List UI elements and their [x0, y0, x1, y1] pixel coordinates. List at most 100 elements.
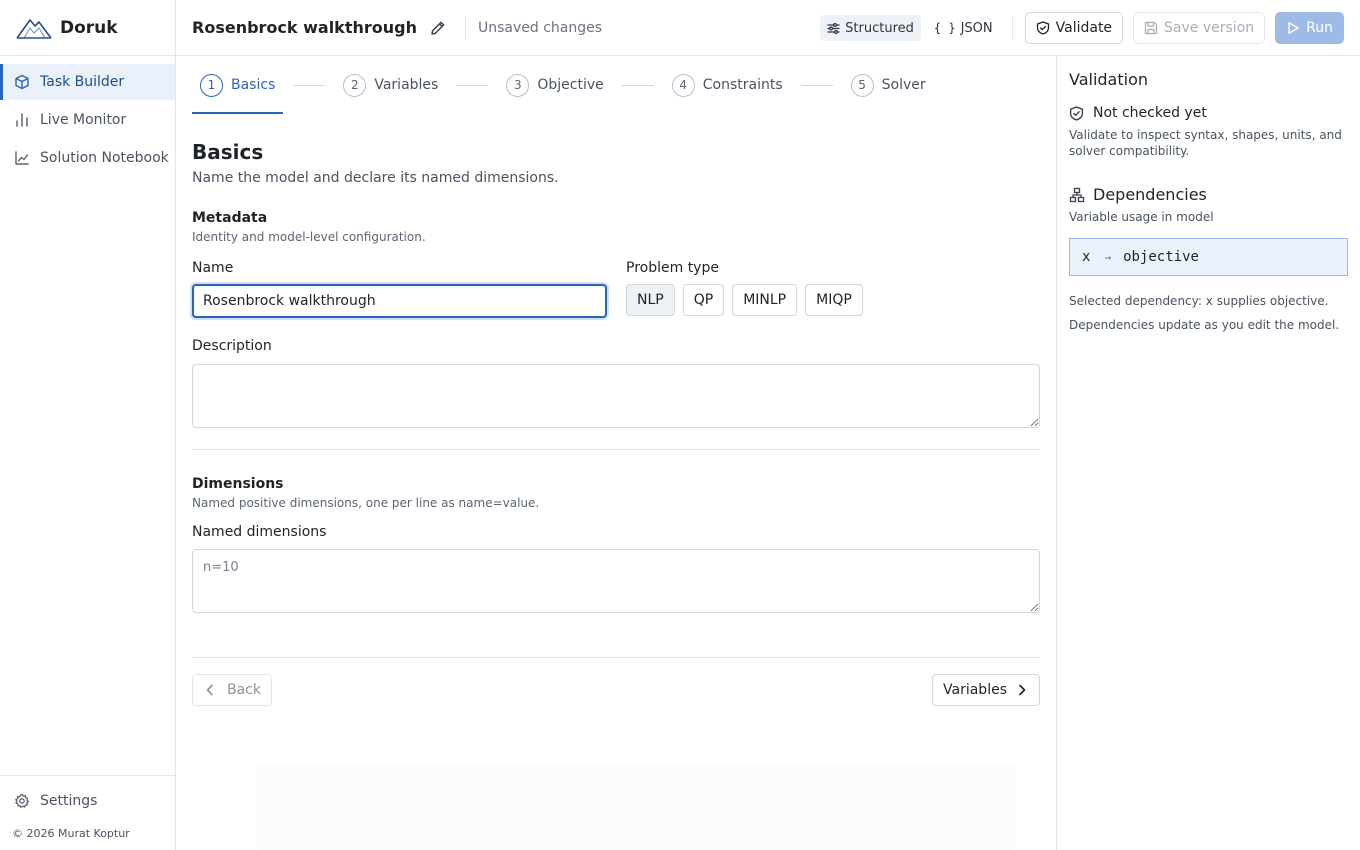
validation-description: Validate to inspect syntax, shapes, unit…	[1069, 128, 1342, 158]
sidebar: Doruk Task Builder Live Monitor Solution…	[0, 0, 176, 850]
dimensions-section: Dimensions Named positive dimensions, on…	[192, 476, 1040, 510]
name-input[interactable]	[192, 284, 607, 318]
save-icon	[1144, 21, 1158, 35]
dependencies-subtitle: Variable usage in model	[1069, 210, 1214, 224]
problem-type-label: Problem type	[626, 260, 719, 276]
gear-icon	[14, 793, 30, 809]
step-number: 2	[343, 73, 367, 97]
metadata-title: Metadata	[192, 210, 268, 226]
dependency-row[interactable]: x → objective	[1069, 238, 1348, 276]
problem-type-qp[interactable]: QP	[682, 284, 725, 316]
save-label: Save version	[1164, 20, 1255, 36]
step-navigation: Back Variables	[192, 674, 1040, 706]
section-subtitle: Name the model and declare its named dim…	[192, 170, 559, 186]
named-dimensions-textarea[interactable]	[192, 549, 1040, 613]
metadata-fields: Name Problem type NLP QP MINLP MIQP	[192, 260, 1040, 318]
dimensions-title: Dimensions	[192, 476, 284, 492]
run-button[interactable]: Run	[1275, 12, 1344, 44]
arrow-right-icon: →	[1104, 250, 1112, 264]
name-field-group: Name	[192, 260, 626, 318]
page-title: Rosenbrock walkthrough	[192, 18, 417, 37]
step-connector	[293, 84, 326, 86]
sliders-icon	[827, 22, 840, 35]
name-label: Name	[192, 260, 234, 276]
dependencies-heading: Dependencies	[1069, 185, 1348, 204]
play-icon	[1286, 21, 1300, 35]
step-label: Variables	[374, 77, 439, 93]
validation-status-text: Not checked yet	[1093, 105, 1207, 121]
step-basics[interactable]: 1 Basics	[192, 56, 284, 114]
validation-status: Not checked yet	[1069, 105, 1348, 121]
step-objective[interactable]: 3 Objective	[498, 56, 611, 114]
json-mode-button[interactable]: { } JSON	[927, 15, 1000, 41]
metadata-subtitle: Identity and model-level configuration.	[192, 230, 426, 244]
metadata-section: Metadata Identity and model-level config…	[192, 210, 1040, 244]
topbar: Rosenbrock walkthrough Unsaved changes S…	[176, 0, 1360, 56]
next-button[interactable]: Variables	[932, 674, 1040, 706]
step-label: Constraints	[702, 77, 783, 93]
braces-icon: { }	[933, 21, 956, 35]
main-content: 1 Basics 2 Variables 3 Objective 4 Const…	[192, 56, 1040, 850]
step-label: Solver	[881, 77, 926, 93]
divider	[1011, 16, 1013, 40]
stepper: 1 Basics 2 Variables 3 Objective 4 Const…	[192, 56, 1040, 114]
problem-type-options: NLP QP MINLP MIQP	[626, 284, 863, 316]
dependencies-title: Dependencies	[1093, 185, 1207, 204]
app-name: Doruk	[60, 17, 118, 38]
shield-check-icon	[1069, 105, 1084, 121]
sidebar-item-solution-notebook[interactable]: Solution Notebook	[0, 140, 175, 176]
sidebar-item-label: Live Monitor	[40, 112, 127, 128]
sidebar-item-label: Task Builder	[40, 74, 125, 90]
sidebar-item-label: Settings	[40, 793, 98, 809]
sidebar-nav: Task Builder Live Monitor Solution Noteb…	[0, 56, 175, 176]
step-solver[interactable]: 5 Solver	[843, 56, 934, 114]
step-number: 3	[506, 73, 530, 97]
line-chart-icon	[14, 150, 30, 166]
validate-label: Validate	[1055, 20, 1113, 36]
step-number: 5	[850, 73, 874, 97]
copyright: © 2026 Murat Koptur	[12, 827, 130, 840]
sidebar-footer: Settings © 2026 Murat Koptur	[0, 775, 175, 850]
sidebar-item-live-monitor[interactable]: Live Monitor	[0, 102, 175, 138]
step-number: 1	[200, 73, 223, 97]
dependency-target: objective	[1123, 249, 1199, 265]
pencil-icon[interactable]	[429, 19, 447, 37]
chevron-right-icon	[1015, 683, 1029, 697]
topbar-actions: Structured { } JSON Validate Save versio…	[820, 12, 1344, 44]
cube-icon	[14, 74, 30, 90]
run-label: Run	[1306, 20, 1333, 36]
json-label: JSON	[960, 20, 993, 36]
save-version-button[interactable]: Save version	[1133, 12, 1266, 44]
logo-icon	[16, 16, 52, 40]
divider	[464, 15, 466, 40]
problem-type-group: Problem type NLP QP MINLP MIQP	[626, 260, 863, 318]
step-variables[interactable]: 2 Variables	[335, 56, 446, 114]
step-constraints[interactable]: 4 Constraints	[664, 56, 791, 114]
dependencies-update-note: Dependencies update as you edit the mode…	[1069, 318, 1340, 332]
problem-type-minlp[interactable]: MINLP	[732, 284, 798, 316]
description-textarea[interactable]	[192, 364, 1040, 428]
named-dimensions-label: Named dimensions	[192, 524, 327, 540]
step-label: Basics	[231, 77, 276, 93]
back-button[interactable]: Back	[192, 674, 272, 706]
problem-type-miqp[interactable]: MIQP	[805, 284, 863, 316]
shield-check-icon	[1036, 21, 1050, 35]
validation-panel: Validation Not checked yet Validate to i…	[1056, 56, 1360, 850]
next-label: Variables	[943, 682, 1007, 698]
structured-mode-button[interactable]: Structured	[820, 15, 921, 41]
step-connector	[800, 84, 833, 86]
chevron-left-icon	[203, 683, 217, 697]
bar-chart-icon	[14, 112, 30, 128]
brand[interactable]: Doruk	[0, 0, 175, 56]
sidebar-item-settings[interactable]: Settings	[0, 783, 175, 819]
validate-button[interactable]: Validate	[1024, 12, 1124, 44]
dimensions-subtitle: Named positive dimensions, one per line …	[192, 496, 540, 510]
step-connector	[621, 84, 654, 86]
named-dimensions-group: Named dimensions	[192, 524, 1040, 617]
validation-title: Validation	[1069, 70, 1149, 89]
selected-dependency-note: Selected dependency: x supplies objectiv…	[1069, 294, 1329, 308]
problem-type-nlp[interactable]: NLP	[626, 284, 675, 316]
sidebar-item-task-builder[interactable]: Task Builder	[0, 64, 175, 100]
structured-label: Structured	[845, 20, 914, 36]
background-panel	[256, 764, 1016, 850]
